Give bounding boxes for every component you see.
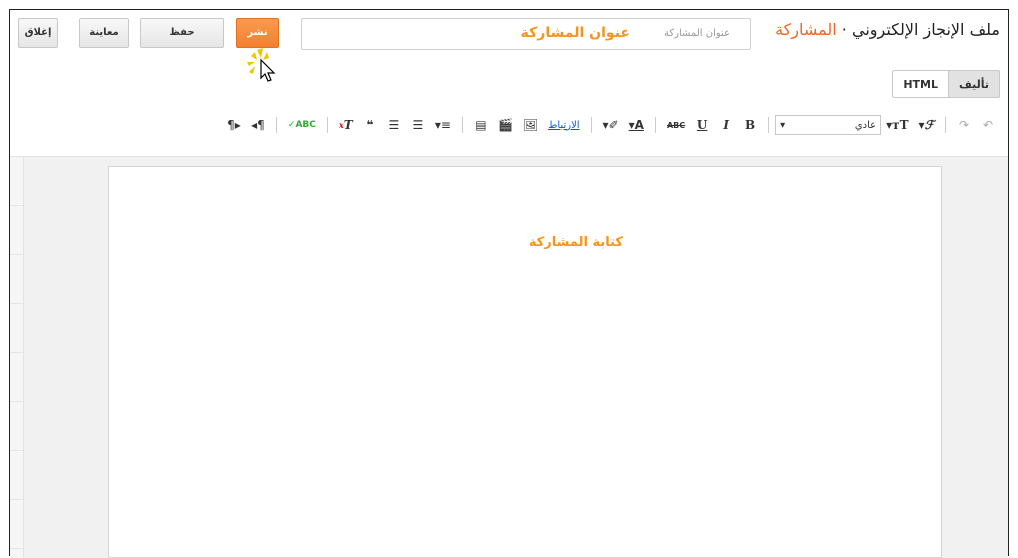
- formatting-toolbar: ↶ ↷ ℱ▾ ᴛT▾ عادي ▾ B I U ABC A▾ ✐▾ الارتب…: [80, 114, 1000, 136]
- left-scroll-strip: [10, 157, 24, 558]
- jump-break-icon[interactable]: ▤: [474, 116, 488, 134]
- strikethrough-icon[interactable]: ABC: [667, 116, 685, 134]
- preview-button[interactable]: معاينة: [79, 18, 129, 48]
- blog-name: ملف الإنجاز الإلكتروني: [851, 20, 1000, 39]
- bullet-list-icon[interactable]: ☰: [387, 116, 401, 134]
- post-body-text: كتابة المشاركة: [528, 235, 623, 250]
- insert-link-button[interactable]: الارتباط: [548, 116, 579, 134]
- ltr-icon[interactable]: ▸¶: [227, 116, 241, 134]
- font-size-icon[interactable]: ᴛT▾: [886, 116, 908, 134]
- redo-icon[interactable]: ↷: [957, 116, 971, 134]
- post-title-input[interactable]: عنوان المشاركة عنوان المشاركة: [301, 18, 751, 50]
- post-title-placeholder: عنوان المشاركة: [664, 28, 730, 39]
- italic-icon[interactable]: I: [719, 116, 733, 134]
- editor-header: إغلاق معاينة حفظ نشر عنوان المشاركة عنوا…: [10, 10, 1008, 82]
- breadcrumb-separator: ·: [841, 20, 847, 39]
- toolbar-divider: [275, 117, 277, 133]
- rtl-icon[interactable]: ¶◂: [251, 116, 265, 134]
- toolbar-divider: [461, 117, 463, 133]
- highlight-icon[interactable]: ✐▾: [603, 116, 619, 134]
- post-body-editor[interactable]: كتابة المشاركة: [108, 166, 942, 558]
- toolbar-divider: [326, 117, 328, 133]
- toolbar-divider: [590, 117, 592, 133]
- bold-icon[interactable]: B: [743, 116, 757, 134]
- remove-formatting-icon[interactable]: Tx: [339, 116, 353, 134]
- text-color-icon[interactable]: A▾: [629, 116, 644, 134]
- section-label: المشاركة: [775, 20, 837, 39]
- publish-button[interactable]: نشر: [236, 18, 279, 48]
- quote-icon[interactable]: ❝: [363, 116, 377, 134]
- underline-icon[interactable]: U: [695, 116, 709, 134]
- toolbar-divider: [945, 117, 946, 133]
- numbered-list-icon[interactable]: ☰: [411, 116, 425, 134]
- editor-workspace: كتابة المشاركة: [10, 156, 1008, 558]
- breadcrumb: ملف الإنجاز الإلكتروني · المشاركة: [775, 20, 1000, 39]
- image-icon[interactable]: 🖼: [523, 116, 538, 134]
- undo-icon[interactable]: ↶: [981, 116, 995, 134]
- post-title-value: عنوان المشاركة: [520, 25, 630, 41]
- chevron-down-icon: ▾: [780, 119, 786, 131]
- close-button[interactable]: إغلاق: [18, 18, 58, 48]
- mode-tabs: تأليف HTML: [892, 70, 1000, 98]
- toolbar-divider: [768, 117, 770, 133]
- font-family-icon[interactable]: ℱ▾: [919, 116, 934, 134]
- mouse-cursor-icon: [247, 48, 276, 82]
- video-icon[interactable]: 🎬: [498, 116, 513, 134]
- align-icon[interactable]: ≡▾: [435, 116, 451, 134]
- save-button[interactable]: حفظ: [140, 18, 224, 48]
- format-select[interactable]: عادي ▾: [775, 115, 882, 135]
- post-editor-window: إغلاق معاينة حفظ نشر عنوان المشاركة عنوا…: [9, 9, 1009, 558]
- tab-html[interactable]: HTML: [892, 70, 949, 98]
- tab-compose[interactable]: تأليف: [948, 70, 1000, 98]
- toolbar-divider: [654, 117, 656, 133]
- format-select-value: عادي: [854, 119, 877, 131]
- spellcheck-icon[interactable]: ABC✓: [288, 116, 316, 134]
